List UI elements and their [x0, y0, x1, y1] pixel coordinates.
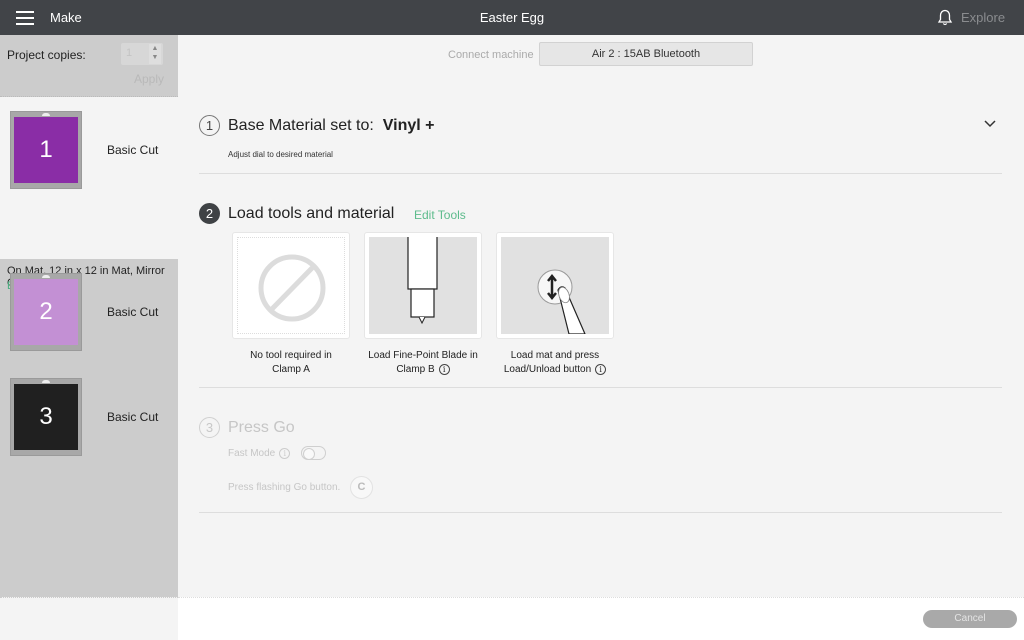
caption-line: Load/Unload button	[503, 364, 592, 375]
bell-icon[interactable]	[937, 9, 953, 26]
stepper-arrows-icon[interactable]: ▲ ▼	[149, 44, 161, 64]
prohibited-icon	[258, 254, 326, 322]
top-bar: Make Easter Egg Explore	[0, 0, 1024, 35]
machine-selector-button[interactable]: Air 2 : 15AB Bluetooth	[539, 42, 753, 66]
app-name: Make	[50, 10, 82, 25]
clamp-b-card	[364, 232, 482, 339]
mat-thumbnail: 2	[10, 273, 82, 351]
apply-button[interactable]: Apply	[134, 72, 164, 86]
fine-point-blade-image	[369, 237, 477, 334]
step-3-number: 3	[199, 417, 220, 438]
hamburger-menu-icon[interactable]	[16, 11, 34, 25]
project-copies-value: 1	[126, 47, 133, 59]
caption-line: Clamp A	[272, 364, 310, 375]
blade-icon	[407, 237, 438, 325]
project-copies-label: Project copies:	[7, 48, 86, 62]
divider	[199, 512, 1002, 513]
step-3-title: Press Go	[228, 419, 295, 436]
mat-label: Basic Cut	[107, 143, 159, 157]
step-2-title: Load tools and material	[228, 205, 395, 222]
cancel-button[interactable]: Cancel	[923, 610, 1017, 628]
load-unload-image	[501, 237, 609, 334]
step-1-number: 1	[199, 115, 220, 136]
mat-number: 2	[14, 279, 78, 345]
mat-number: 3	[14, 384, 78, 450]
go-button-icon: C	[350, 476, 373, 499]
mat-number: 1	[14, 117, 78, 183]
caption-line: Clamp B	[396, 364, 435, 375]
info-icon[interactable]: i	[595, 363, 607, 375]
mat-label: Basic Cut	[107, 305, 159, 319]
load-button-finger-icon	[537, 269, 586, 334]
info-icon[interactable]: i	[438, 363, 450, 375]
divider	[199, 387, 1002, 388]
step-1-title: Base Material set to: Vinyl +	[228, 117, 434, 135]
go-instruction: Press flashing Go button.	[228, 482, 341, 493]
step-1-subtitle: Adjust dial to desired material	[228, 150, 333, 159]
mat-thumbnail: 1	[10, 111, 82, 189]
project-title: Easter Egg	[479, 10, 545, 25]
project-copies-section: Project copies: 1 ▲ ▼ Apply	[0, 35, 178, 97]
fast-mode-toggle[interactable]	[301, 446, 326, 460]
clamp-a-card	[232, 232, 350, 339]
info-icon[interactable]: i	[279, 448, 291, 459]
fast-mode-label: Fast Mode i	[228, 448, 291, 460]
load-mat-caption: Load mat and press Load/Unload button i	[490, 349, 620, 377]
caption-line: Load Fine-Point Blade in	[368, 350, 478, 361]
caption-line: Load mat and press	[510, 350, 600, 361]
connect-machine-label: Connect machine	[448, 49, 534, 61]
mat-item-1[interactable]: 1 Basic Cut On Mat, 12 in x 12 in Mat, M…	[0, 97, 178, 292]
step-2-number: 2	[199, 203, 220, 224]
base-material-value: Vinyl +	[382, 117, 435, 134]
project-copies-stepper[interactable]: 1 ▲ ▼	[121, 43, 163, 65]
caption-line: No tool required in	[250, 350, 332, 361]
sidebar-footer	[0, 597, 178, 640]
divider	[199, 173, 1002, 174]
chevron-down-icon[interactable]	[983, 119, 997, 129]
explore-link[interactable]: Explore	[961, 10, 1005, 25]
footer-bar	[178, 597, 1024, 640]
mat-thumbnail: 3	[10, 378, 82, 456]
clamp-b-caption: Load Fine-Point Blade in Clamp Bi	[358, 349, 488, 377]
no-tool-image	[237, 237, 345, 334]
clamp-a-caption: No tool required in Clamp A	[226, 349, 356, 377]
step-1-label: Base Material set to:	[228, 117, 374, 134]
fast-mode-text: Fast Mode	[228, 448, 276, 460]
edit-tools-link[interactable]: Edit Tools	[414, 208, 466, 222]
make-steps-panel: Connect machine Air 2 : 15AB Bluetooth 1…	[178, 35, 1024, 597]
load-mat-card	[496, 232, 614, 339]
mat-label: Basic Cut	[107, 410, 159, 424]
mat-sidebar: Project copies: 1 ▲ ▼ Apply 1 Basic Cut O…	[0, 35, 178, 597]
